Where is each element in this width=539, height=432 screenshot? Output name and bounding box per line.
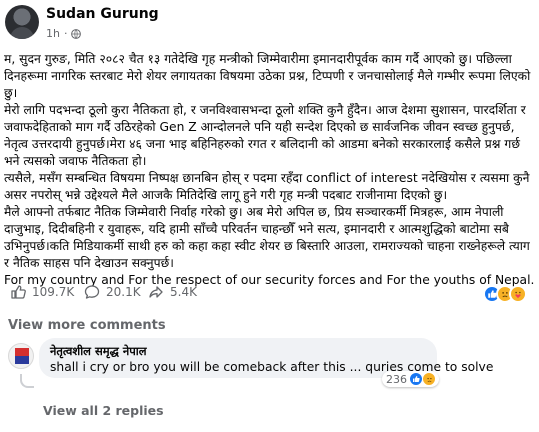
post-header: Sudan Gurung 1h ·: [0, 0, 539, 44]
like-count: 109.7K: [32, 285, 75, 299]
reply-thread-line: [20, 374, 34, 388]
care-reaction-icon: [509, 285, 527, 303]
sad-reaction-icon: [422, 372, 436, 386]
comment-button[interactable]: 20.1K: [84, 284, 141, 300]
post-time[interactable]: 1h: [46, 27, 60, 40]
commenter-avatar[interactable]: [8, 343, 34, 369]
like-button[interactable]: 109.7K: [10, 284, 74, 300]
commenter-name[interactable]: नेतृत्वशील समृद्ध नेपाल: [50, 344, 147, 359]
reaction-summary[interactable]: [483, 285, 527, 303]
comment-bubble: नेतृत्वशील समृद्ध नेपाल shall i cry or b…: [39, 338, 493, 378]
share-icon: [149, 286, 163, 298]
comment-item: नेतृत्वशील समृद्ध नेपाल shall i cry or b…: [0, 334, 539, 396]
post-paragraph: म, सुदन गुरुङ, मिति २०८२ चैत १३ गतेदेखि …: [4, 52, 531, 100]
comment-reaction-summary[interactable]: 236: [382, 371, 439, 387]
share-count: 5.4K: [170, 285, 197, 299]
post-meta: 1h ·: [46, 27, 82, 40]
avatar-flag-blue: [15, 356, 29, 364]
comment-count: 20.1K: [106, 285, 141, 299]
author-name[interactable]: Sudan Gurung: [46, 6, 159, 22]
like-reaction-icon: [409, 372, 423, 386]
share-button[interactable]: 5.4K: [148, 284, 197, 300]
like-icon: [11, 285, 26, 299]
reaction-bar: 109.7K 20.1K 5.4K: [0, 282, 539, 306]
globe-icon: [71, 28, 82, 39]
view-replies-link[interactable]: View all 2 replies: [43, 403, 164, 418]
view-more-comments-link[interactable]: View more comments: [8, 318, 166, 333]
comment-icon: [84, 285, 100, 299]
meta-separator: ·: [63, 27, 68, 40]
post-paragraph: मेरो लागि पदभन्दा ठूलो कुरा नैतिकता हो, …: [4, 103, 526, 168]
comment-reaction-count: 236: [386, 372, 407, 386]
author-avatar[interactable]: [5, 5, 39, 39]
post-paragraph: त्यसैले, मसँग सम्बन्धित विषयमा निष्पक्ष …: [4, 171, 530, 202]
avatar-flag-red: [15, 348, 29, 356]
post-body: म, सुदन गुरुङ, मिति २०८२ चैत १३ गतेदेखि …: [4, 51, 536, 289]
avatar-silhouette: [10, 27, 34, 39]
post-paragraph: मैले आफ्नो तर्फबाट नैतिक जिम्मेवारी निर्…: [4, 205, 530, 270]
